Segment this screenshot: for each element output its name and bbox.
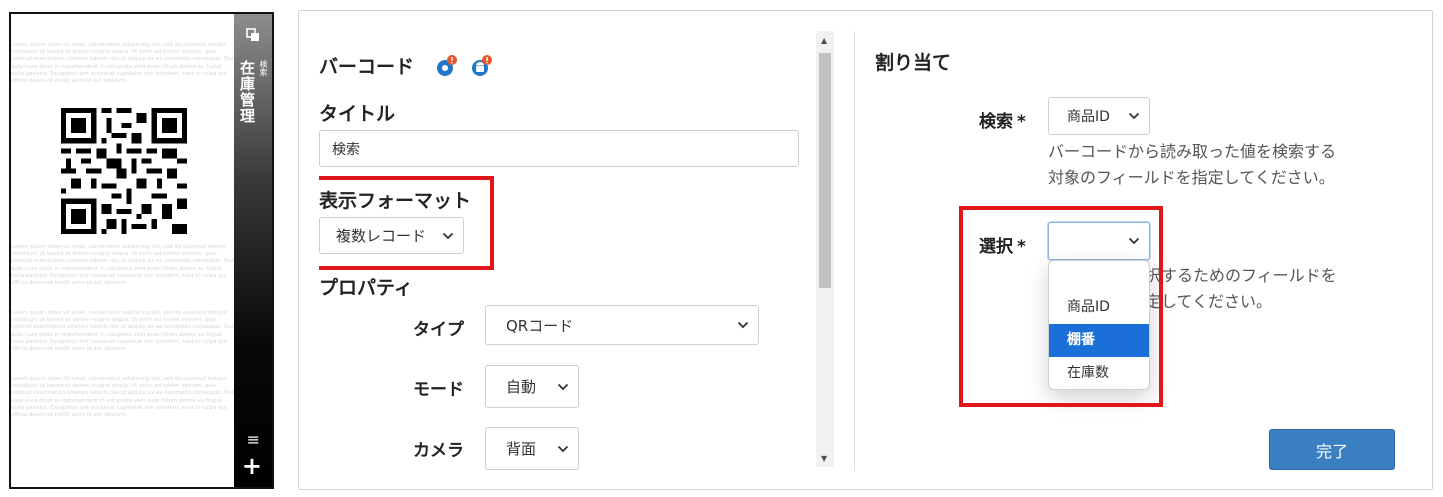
type-select-value: QRコード — [506, 316, 574, 335]
done-button[interactable]: 完了 — [1269, 429, 1395, 470]
menu-icon[interactable]: ≡ — [247, 432, 260, 448]
scroll-down-icon[interactable]: ▼ — [821, 455, 827, 463]
camera-select-value: 背面 — [506, 440, 537, 458]
search-field-select-value: 商品ID — [1067, 109, 1110, 125]
chevron-down-icon — [1128, 112, 1140, 120]
preview-placeholder-text: Lorem ipsum dolor sit amet, consectetur … — [11, 376, 236, 419]
qr-code-image — [61, 108, 187, 234]
mode-select-value: 自動 — [506, 378, 537, 396]
assign-title: 割り当て — [875, 52, 952, 74]
mode-label: モード — [413, 380, 464, 400]
camera-select[interactable]: 背面 — [485, 427, 579, 470]
preview-placeholder-text: Lorem ipsum dolor sit amet, consectetur … — [11, 310, 236, 353]
type-select[interactable]: QRコード — [485, 305, 759, 345]
select-help-text: 選択するためのフィールドを 指定してください。 — [1129, 263, 1369, 315]
preview-sidebar: 在庫管理 検索 ≡ + — [234, 14, 272, 487]
highlight-box-format — [319, 176, 494, 270]
chevron-down-icon — [557, 445, 569, 452]
settings-scrollbar[interactable]: ▲ ▼ — [816, 31, 834, 467]
title-label: タイトル — [319, 103, 396, 125]
title-input[interactable] — [319, 130, 799, 167]
mode-select[interactable]: 自動 — [485, 365, 579, 408]
properties-label: プロパティ — [319, 277, 413, 299]
preview-placeholder-text: Lorem ipsum dolor sit amet, consectetur … — [11, 42, 236, 85]
type-label: タイプ — [413, 320, 464, 340]
search-field-label-text: 検索 — [979, 112, 1013, 132]
search-field-label: 検索 * — [979, 107, 1026, 132]
android-icon[interactable] — [471, 55, 493, 77]
add-icon[interactable]: + — [242, 454, 262, 478]
column-divider — [854, 31, 855, 471]
highlight-box-select — [959, 206, 1163, 407]
window-icon[interactable] — [246, 28, 260, 42]
search-field-select[interactable]: 商品ID — [1048, 97, 1150, 135]
chevron-down-icon — [737, 321, 749, 329]
select-help-line: 選択するためのフィールドを — [1129, 266, 1337, 285]
mobile-preview: Lorem ipsum dolor sit amet, consectetur … — [9, 12, 274, 489]
preview-placeholder-text: Lorem ipsum dolor sit amet, consectetur … — [11, 244, 236, 287]
search-help-text: バーコードから読み取った値を検索する 対象のフィールドを指定してください。 — [1048, 139, 1336, 191]
select-help-line: 指定してください。 — [1129, 292, 1273, 311]
required-mark: * — [1017, 112, 1026, 132]
preview-app-subtitle: 検索 — [259, 60, 268, 76]
chevron-down-icon — [557, 383, 569, 390]
search-help-line: バーコードから読み取った値を検索する — [1048, 142, 1337, 161]
settings-left-column: バーコード タイトル 表示フォーマット 複数レコード プロパティ タイプ QRコ… — [319, 11, 819, 489]
apple-icon[interactable] — [436, 55, 458, 77]
preview-app-title: 在庫管理 — [238, 60, 256, 124]
settings-panel: バーコード タイトル 表示フォーマット 複数レコード プロパティ タイプ QRコ… — [298, 10, 1433, 490]
scrollbar-thumb[interactable] — [819, 53, 831, 288]
section-title: バーコード — [319, 56, 415, 78]
scroll-up-icon[interactable]: ▲ — [821, 37, 827, 45]
camera-label: カメラ — [413, 441, 464, 461]
search-help-line: 対象のフィールドを指定してください。 — [1048, 168, 1335, 187]
